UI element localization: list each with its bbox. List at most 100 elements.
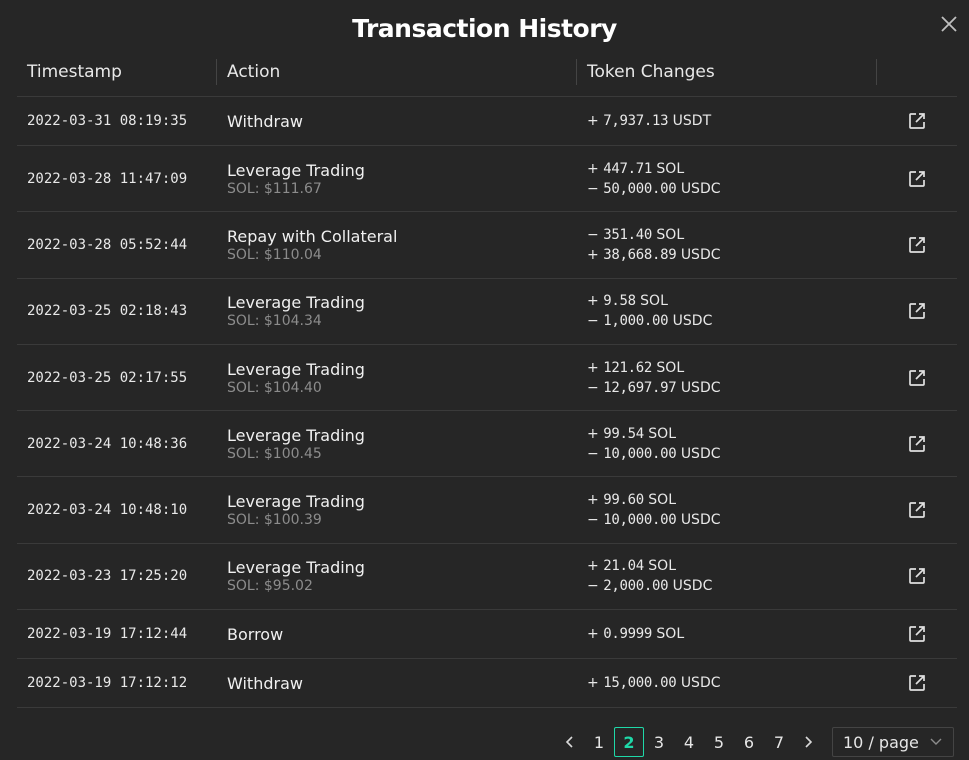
external-link-icon[interactable] (907, 500, 927, 520)
page-button-4[interactable]: 4 (674, 727, 704, 757)
token-changes-cell: + 447.71 SOL − 50,000.00 USDC (577, 159, 877, 199)
change-token: USDC (680, 675, 721, 692)
price-subtext: SOL: $104.40 (227, 379, 322, 396)
token-change: + 121.62 SOL (587, 358, 877, 378)
timestamp-cell: 2022-03-23 17:25:20 (17, 568, 217, 584)
chevron-left-icon (565, 736, 573, 748)
action-label: Withdraw (227, 111, 303, 131)
page-button-1[interactable]: 1 (584, 727, 614, 757)
change-amount: 15,000.00 (603, 675, 677, 692)
change-amount: 1,000.00 (603, 313, 669, 330)
token-change: + 0.9999 SOL (587, 624, 877, 644)
change-token: USDC (680, 180, 721, 197)
external-link-icon[interactable] (907, 368, 927, 388)
change-token: SOL (648, 492, 677, 509)
change-token: SOL (656, 359, 685, 376)
change-amount: 10,000.00 (603, 512, 677, 529)
table-row: 2022-03-24 10:48:36 Leverage Trading SOL: … (17, 411, 957, 478)
change-amount: 447.71 (603, 160, 652, 177)
chevron-right-icon (805, 736, 813, 748)
table-row: 2022-03-28 11:47:09 Leverage Trading SOL: … (17, 146, 957, 213)
token-change: − 10,000.00 USDC (587, 510, 877, 530)
external-link-icon[interactable] (907, 673, 927, 693)
token-change: + 99.54 SOL (587, 424, 877, 444)
action-cell: Leverage Trading SOL: $100.45 (217, 426, 577, 462)
price-subtext: SOL: $100.45 (227, 445, 322, 462)
link-cell (877, 301, 957, 321)
action-cell: Borrow (217, 625, 577, 644)
external-link-icon[interactable] (907, 566, 927, 586)
price-subtext: SOL: $111.67 (227, 180, 322, 197)
action-cell: Leverage Trading SOL: $104.40 (217, 360, 577, 396)
token-changes-cell: + 0.9999 SOL (577, 624, 877, 644)
token-change: + 9.58 SOL (587, 291, 877, 311)
timestamp: 2022-03-28 05:52:44 (27, 236, 188, 253)
page-button-3[interactable]: 3 (644, 727, 674, 757)
link-cell (877, 169, 957, 189)
action-cell: Leverage Trading SOL: $95.02 (217, 558, 577, 594)
timestamp: 2022-03-24 10:48:36 (27, 435, 188, 452)
external-link-icon[interactable] (907, 301, 927, 321)
timestamp: 2022-03-25 02:18:43 (27, 303, 188, 320)
change-amount: 21.04 (603, 558, 644, 575)
timestamp: 2022-03-23 17:25:20 (27, 568, 188, 585)
change-token: SOL (656, 626, 685, 643)
price-subtext: SOL: $100.39 (227, 512, 322, 529)
timestamp: 2022-03-24 10:48:10 (27, 502, 188, 519)
table-row: 2022-03-19 17:12:12 Withdraw + 15,000.00 U… (17, 659, 957, 709)
timestamp: 2022-03-19 17:12:44 (27, 626, 188, 643)
external-link-icon[interactable] (907, 235, 927, 255)
header-timestamp: Timestamp (17, 48, 217, 96)
link-cell (877, 368, 957, 388)
page-button-7[interactable]: 7 (764, 727, 794, 757)
action-label: Leverage Trading (227, 293, 365, 313)
change-sign: + (587, 113, 599, 129)
action-label: Repay with Collateral (227, 226, 398, 246)
change-sign: + (587, 675, 599, 692)
external-link-icon[interactable] (907, 434, 927, 454)
timestamp: 2022-03-19 17:12:12 (27, 675, 188, 692)
next-page-button[interactable] (794, 727, 822, 757)
timestamp: 2022-03-31 08:19:35 (27, 113, 188, 129)
change-token: SOL (648, 558, 677, 575)
prev-page-button[interactable] (556, 727, 584, 757)
change-amount: 10,000.00 (603, 445, 677, 462)
token-changes-cell: + 99.60 SOL − 10,000.00 USDC (577, 490, 877, 530)
close-button[interactable] (935, 10, 963, 38)
page-button-6[interactable]: 6 (734, 727, 764, 757)
page-button-5[interactable]: 5 (704, 727, 734, 757)
external-link-icon[interactable] (907, 624, 927, 644)
token-changes-cell: + 21.04 SOL − 2,000.00 USDC (577, 556, 877, 596)
change-amount: 0.9999 (603, 626, 652, 643)
change-token: USDC (672, 313, 713, 330)
action-label: Leverage Trading (227, 558, 365, 578)
table-row: 2022-03-23 17:25:20 Leverage Trading SOL: … (17, 544, 957, 611)
action-label: Borrow (227, 624, 284, 644)
token-changes-cell: + 99.54 SOL − 10,000.00 USDC (577, 424, 877, 464)
page-size-select[interactable]: 10 / page (832, 727, 954, 757)
change-token: USDC (680, 379, 721, 396)
timestamp: 2022-03-28 11:47:09 (27, 170, 188, 187)
token-change: + 21.04 SOL (587, 556, 877, 576)
change-amount: 121.62 (603, 359, 652, 376)
change-sign: − (587, 226, 599, 243)
timestamp-cell: 2022-03-25 02:18:43 (17, 303, 217, 319)
link-cell (877, 434, 957, 454)
modal-title: Transaction History (352, 14, 617, 43)
timestamp-cell: 2022-03-24 10:48:36 (17, 436, 217, 452)
table-row: 2022-03-25 02:18:43 Leverage Trading SOL: … (17, 279, 957, 345)
page-numbers: 1234567 (584, 727, 794, 757)
token-changes-cell: + 15,000.00 USDC (577, 673, 877, 693)
action-cell: Repay with Collateral SOL: $110.04 (217, 227, 577, 263)
page-button-2[interactable]: 2 (614, 727, 644, 757)
change-token: SOL (656, 160, 685, 177)
page-size-value: 10 / page (843, 732, 919, 752)
external-link-icon[interactable] (907, 169, 927, 189)
change-sign: + (587, 626, 599, 643)
table-row: 2022-03-19 17:12:44 Borrow + 0.9999 SOL (17, 610, 957, 660)
link-cell (877, 111, 957, 131)
action-label: Leverage Trading (227, 492, 365, 512)
action-cell: Withdraw (217, 112, 577, 131)
timestamp-cell: 2022-03-28 11:47:09 (17, 171, 217, 187)
external-link-icon[interactable] (907, 111, 927, 131)
